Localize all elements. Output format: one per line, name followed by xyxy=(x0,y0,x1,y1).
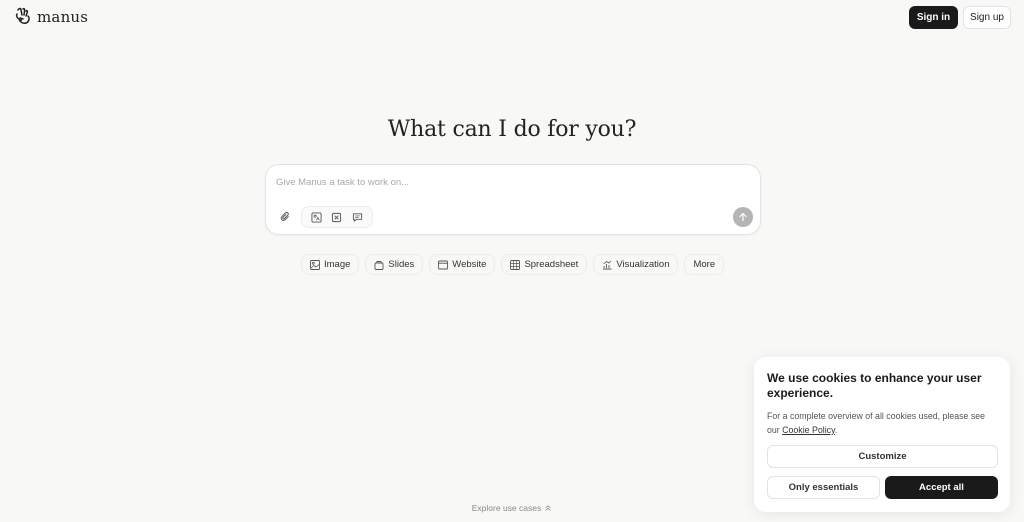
customize-button[interactable]: Customize xyxy=(767,445,998,468)
connector-tool-button[interactable] xyxy=(330,210,344,224)
sign-up-button[interactable]: Sign up xyxy=(963,6,1011,29)
tool-group xyxy=(301,206,373,228)
paperclip-icon xyxy=(280,211,289,221)
arrow-up-icon xyxy=(739,212,747,222)
explore-label: Explore use cases xyxy=(471,503,542,513)
spreadsheet-icon xyxy=(510,259,521,270)
task-input[interactable] xyxy=(276,174,746,190)
cookie-description: For a complete overview of all cookies u… xyxy=(767,409,999,437)
send-button[interactable] xyxy=(733,207,753,227)
page: manus Sign in Sign up What can I do for … xyxy=(0,0,1024,522)
chip-visualization[interactable]: Visualization xyxy=(593,254,679,275)
manus-logo-icon xyxy=(15,7,30,24)
cookie-banner: We use cookies to enhance your user expe… xyxy=(754,357,1010,512)
chip-label: Website xyxy=(452,259,487,270)
connector-icon xyxy=(332,212,342,222)
chat-tool-button[interactable] xyxy=(351,210,365,224)
accept-all-button[interactable]: Accept all xyxy=(885,476,998,499)
quick-actions: Image Slides Website Spreadsheet Visuali… xyxy=(301,254,725,275)
chip-more[interactable]: More xyxy=(684,254,725,275)
chip-label: Visualization xyxy=(616,259,670,270)
chip-website[interactable]: Website xyxy=(429,254,496,275)
task-composer xyxy=(265,164,761,235)
logo[interactable]: manus xyxy=(14,7,88,27)
cookie-title: We use cookies to enhance your user expe… xyxy=(767,371,982,400)
sign-in-button[interactable]: Sign in xyxy=(909,6,958,29)
only-essentials-button[interactable]: Only essentials xyxy=(767,476,880,499)
slides-icon xyxy=(374,260,384,270)
logo-text: manus xyxy=(37,8,89,26)
website-icon xyxy=(438,260,449,269)
header: manus Sign in Sign up xyxy=(0,0,1024,36)
chip-image[interactable]: Image xyxy=(301,254,360,275)
chip-label: Slides xyxy=(388,259,415,270)
chat-bubble-icon xyxy=(353,212,363,222)
attach-button[interactable] xyxy=(278,210,292,224)
browser-operator-icon xyxy=(311,211,322,223)
image-icon xyxy=(310,259,320,270)
chevrons-up-icon xyxy=(545,505,551,511)
browser-tool-button[interactable] xyxy=(309,210,323,224)
chip-label: Spreadsheet xyxy=(524,259,579,270)
page-title: What can I do for you? xyxy=(387,117,637,142)
cookie-desc-end: . xyxy=(834,425,838,435)
chip-spreadsheet[interactable]: Spreadsheet xyxy=(501,254,588,275)
chip-label: More xyxy=(693,259,716,270)
cookie-policy-link[interactable]: Cookie Policy xyxy=(782,425,835,435)
chip-slides[interactable]: Slides xyxy=(365,254,424,275)
chip-label: Image xyxy=(324,259,351,270)
visualization-icon xyxy=(603,260,612,269)
